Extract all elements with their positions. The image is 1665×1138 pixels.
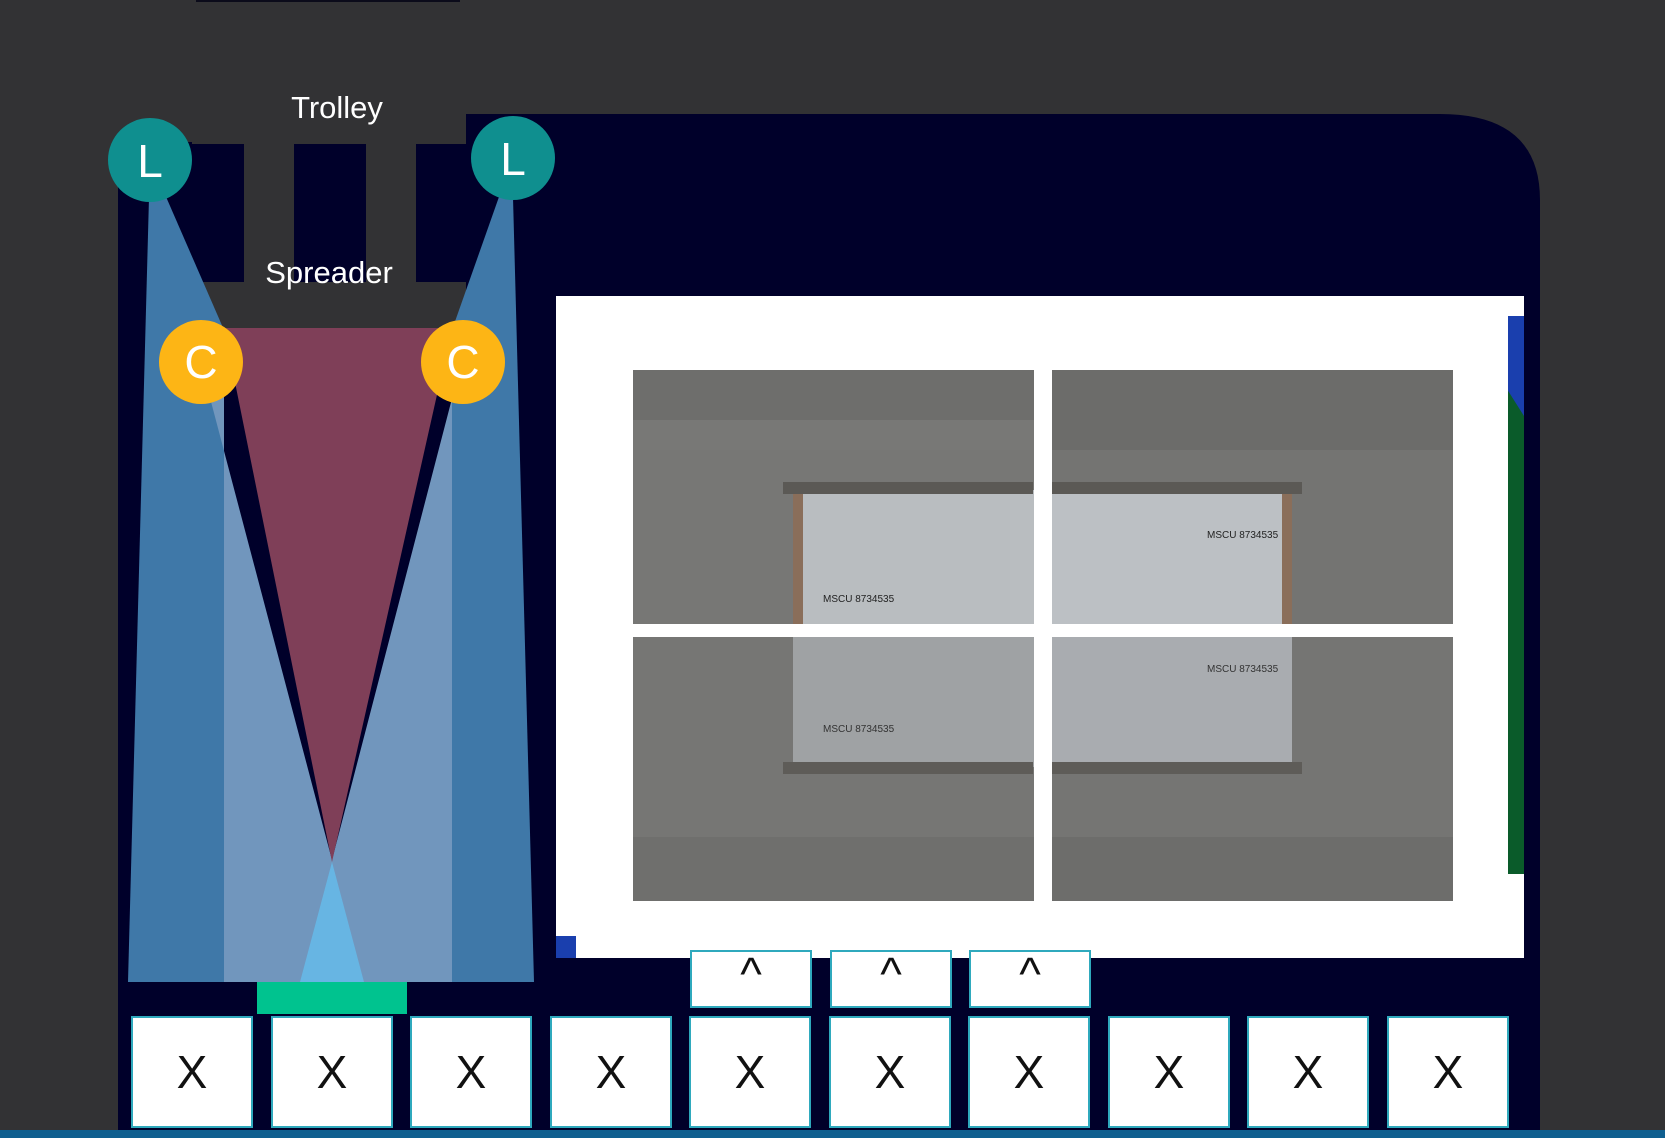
stack-slot-1: X bbox=[131, 1016, 253, 1128]
upper-stack-slot-2: ^ bbox=[830, 950, 952, 1008]
svg-text:MSCU 8734535: MSCU 8734535 bbox=[823, 724, 895, 735]
stack-slot-6: X bbox=[829, 1016, 951, 1128]
svg-text:MSCU 8734535: MSCU 8734535 bbox=[823, 594, 895, 605]
top-rail bbox=[196, 0, 460, 2]
stack-slot-8: X bbox=[1108, 1016, 1230, 1128]
stack-slot-9: X bbox=[1247, 1016, 1369, 1128]
camera-feed-1: MSCU 8734535 bbox=[633, 370, 1034, 624]
camera-right-label: C bbox=[446, 336, 479, 388]
container-code-top: MSCU 8734535 bbox=[1207, 530, 1279, 541]
target-marker bbox=[257, 982, 407, 1014]
camera-feed-4: MSCU 8734535 bbox=[1052, 637, 1453, 901]
camera-feed-3: MSCU 8734535 bbox=[633, 637, 1034, 901]
camera-left-label: C bbox=[184, 336, 217, 388]
lidar-left-label: L bbox=[137, 135, 163, 187]
trolley-label: Trolley bbox=[291, 90, 383, 125]
lidar-right-label: L bbox=[500, 133, 526, 185]
crane-diagram: L L C C Trolley Spreader MSCU 8734535 MS… bbox=[0, 0, 1665, 1138]
stack-slot-5: X bbox=[689, 1016, 811, 1128]
camera-feed-2: MSCU 8734535 bbox=[1052, 370, 1453, 624]
container-code-bottom: MSCU 8734535 bbox=[1207, 664, 1279, 675]
stack-slot-10: X bbox=[1387, 1016, 1509, 1128]
upper-stack-slot-3: ^ bbox=[969, 950, 1091, 1008]
stack-slot-2: X bbox=[271, 1016, 393, 1128]
spreader-label: Spreader bbox=[265, 255, 393, 290]
upper-stack-slot-1: ^ bbox=[690, 950, 812, 1008]
ground-line bbox=[0, 1130, 1665, 1138]
stack-slot-4: X bbox=[550, 1016, 672, 1128]
stack-slot-3: X bbox=[410, 1016, 532, 1128]
stack-slot-7: X bbox=[968, 1016, 1090, 1128]
